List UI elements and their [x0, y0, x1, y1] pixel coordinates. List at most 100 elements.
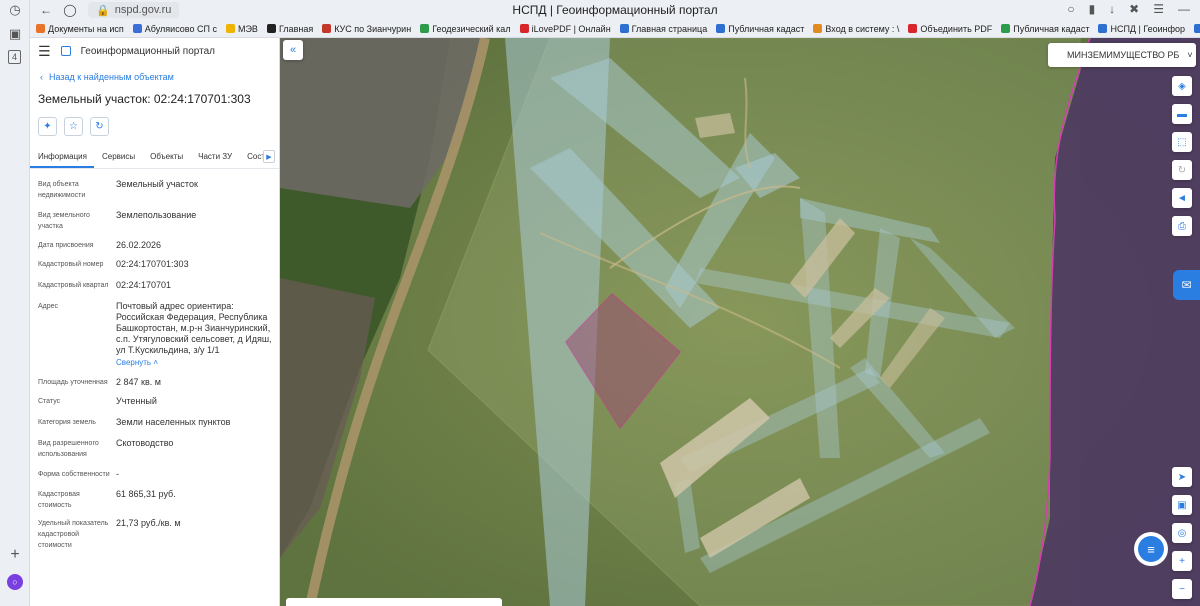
bookmark-item[interactable]: Вход в систему : \ [813, 24, 899, 34]
attr-value: - [116, 469, 119, 479]
attr-label: Площадь уточненная [38, 379, 108, 386]
collapse-label: Свернуть [116, 358, 152, 367]
attr-value: Скотоводство [116, 438, 174, 448]
measure-button[interactable]: ▬ [1172, 104, 1192, 124]
chat-assistant-button[interactable]: ≡ [1134, 532, 1168, 566]
geo-search-button[interactable]: ◎ [1172, 523, 1192, 543]
map-search-bar[interactable] [286, 598, 502, 606]
object-title: Земельный участок: 02:24:170701:303 [38, 92, 251, 106]
add-panel-icon[interactable]: + [7, 546, 23, 563]
browser-side-rail: ◷ ▣ 4 + ○ [0, 0, 30, 606]
attr-value: 26.02.2026 [116, 240, 162, 250]
bookmark-icon[interactable]: ▮ [1089, 2, 1096, 16]
bookmark-label: Публичная кадаст [1013, 23, 1090, 34]
bookmark-label: Документы на исп [48, 23, 124, 34]
basemap-button[interactable]: ▣ [1172, 495, 1192, 515]
download-icon[interactable]: ↓ [1109, 2, 1115, 16]
favorite-button[interactable]: ☆ [64, 117, 83, 136]
attr-value: Учтенный [116, 396, 157, 406]
bookmark-item[interactable]: Документы на исп [36, 24, 124, 34]
bookmark-favicon-icon [813, 24, 823, 33]
attr-label: Кадастровый квартал [38, 282, 109, 289]
bookmark-label: Геодезический кал [432, 23, 511, 34]
layers-button[interactable]: ◈ [1172, 76, 1192, 96]
history-map-button[interactable]: ↻ [1172, 160, 1192, 180]
bookmark-favicon-icon [1098, 24, 1108, 33]
assistant-icon[interactable]: ○ [7, 574, 23, 590]
bookmark-item[interactable]: Главная [266, 24, 313, 34]
attr-label: Статус [38, 398, 61, 405]
menu-icon[interactable]: ☰ [1153, 2, 1164, 16]
bookmark-label: НСПД | Геоинфор [1110, 23, 1186, 34]
ruler-icon: ▬ [1177, 108, 1187, 120]
zoom-in-button[interactable]: + [1172, 551, 1192, 571]
print-button[interactable]: ⎙ [1172, 216, 1192, 236]
shield-icon[interactable]: ◯ [62, 2, 78, 18]
bookmark-label: Объединить PDF [920, 23, 993, 34]
locate-button[interactable]: ➤ [1172, 467, 1192, 487]
back-to-results-link[interactable]: ‹ Назад к найденным объектам [40, 72, 279, 82]
map-canvas[interactable] [280, 38, 1200, 606]
object-info-panel: ☰ Геоинформационный портал ‹ Назад к най… [30, 38, 280, 606]
history-icon[interactable]: ◷ [7, 2, 23, 18]
bookmark-item[interactable]: iLovePDF | Онлайн [519, 24, 611, 34]
tabs-scroll-right-button[interactable]: ▶ [263, 150, 275, 163]
attr-label: Вид земельного участка [38, 212, 90, 230]
url-text: nspd.gov.ru [114, 4, 172, 16]
search-icon[interactable]: ○ [1067, 2, 1074, 16]
tab-services[interactable]: Сервисы [94, 152, 142, 168]
back-icon[interactable]: ← [38, 2, 54, 18]
bookmark-favicon-icon [1001, 24, 1011, 33]
satellite-imagery [280, 38, 1200, 606]
ai-sparkle-button[interactable]: ✦ [38, 117, 57, 136]
star-icon: ☆ [69, 121, 78, 132]
select-area-button[interactable]: ⬚ [1172, 132, 1192, 152]
tab-parts[interactable]: Части ЗУ [190, 152, 239, 168]
tab-information[interactable]: Информация [30, 152, 94, 168]
history-button[interactable]: ↻ [90, 117, 109, 136]
bookmark-item[interactable]: Публичная кадаст [1001, 24, 1089, 34]
address-bar[interactable]: 🔒 nspd.gov.ru [88, 2, 180, 18]
bookmark-item[interactable]: КУС по Зианчурин [322, 24, 411, 34]
bookmark-item[interactable]: Публичная кадаст [716, 24, 804, 34]
tab-count-badge[interactable]: 4 [8, 50, 21, 64]
bookmark-favicon-icon [1194, 24, 1200, 33]
bookmark-item[interactable]: Объединить PDF [908, 24, 992, 34]
portal-logo-icon [60, 46, 71, 56]
zoom-out-button[interactable]: − [1172, 579, 1192, 599]
chevron-left-icon: ‹ [40, 72, 43, 82]
bookmark-favicon-icon [619, 24, 629, 33]
share-button[interactable]: ◄ [1172, 188, 1192, 208]
collapse-panel-button[interactable]: « [283, 40, 303, 60]
bookmark-label: Вход в систему : \ [825, 23, 900, 34]
attr-value: 21,73 руб./кв. м [116, 518, 181, 528]
attr-value: 02:24:170701 [116, 280, 172, 290]
bookmark-favicon-icon [225, 24, 235, 33]
bookmark-item[interactable]: Абуляисово СП с [132, 24, 217, 34]
attr-label: Форма собственности [38, 471, 110, 478]
tab-objects[interactable]: Объекты [142, 152, 190, 168]
layer-selector[interactable]: МИНЗЕМИМУЩЕСТВО РБ ˅ [1048, 43, 1196, 67]
bookmark-item[interactable]: Главная страница [619, 24, 707, 34]
bookmark-item[interactable]: МЭВ [225, 23, 258, 34]
hamburger-icon[interactable]: ☰ [38, 43, 51, 60]
history-icon: ↻ [95, 121, 104, 132]
back-link-label: Назад к найденным объектам [49, 72, 174, 82]
bookmark-label: Публичная кадаст [728, 23, 805, 34]
feedback-tab[interactable]: ✉ [1173, 270, 1200, 300]
bookmark-item[interactable]: НСПД | Геоинфор [1098, 24, 1185, 34]
bookmark-item[interactable]: Ведутся техн [1194, 24, 1200, 34]
bookmark-item[interactable]: Геодезический кал [420, 23, 511, 34]
collapse-link[interactable]: Свернуть ˄ [116, 357, 276, 368]
tabs-icon[interactable]: ▣ [7, 26, 23, 42]
minimize-icon[interactable]: — [1178, 2, 1190, 16]
attr-label: Адрес [38, 303, 59, 310]
bookmark-label: МЭВ [237, 23, 258, 34]
attr-label: Вид объекта недвижимости [38, 181, 86, 199]
extension-icon[interactable]: ✖ [1129, 2, 1139, 16]
attr-value: Земли населенных пунктов [116, 417, 231, 427]
bookmarks-bar: Документы на исп Абуляисово СП с МЭВ Главна… [30, 20, 1200, 38]
bookmark-favicon-icon [132, 24, 142, 33]
attr-label: Кадастровая стоимость [38, 491, 80, 509]
attr-value: 61 865,31 руб. [116, 489, 176, 499]
